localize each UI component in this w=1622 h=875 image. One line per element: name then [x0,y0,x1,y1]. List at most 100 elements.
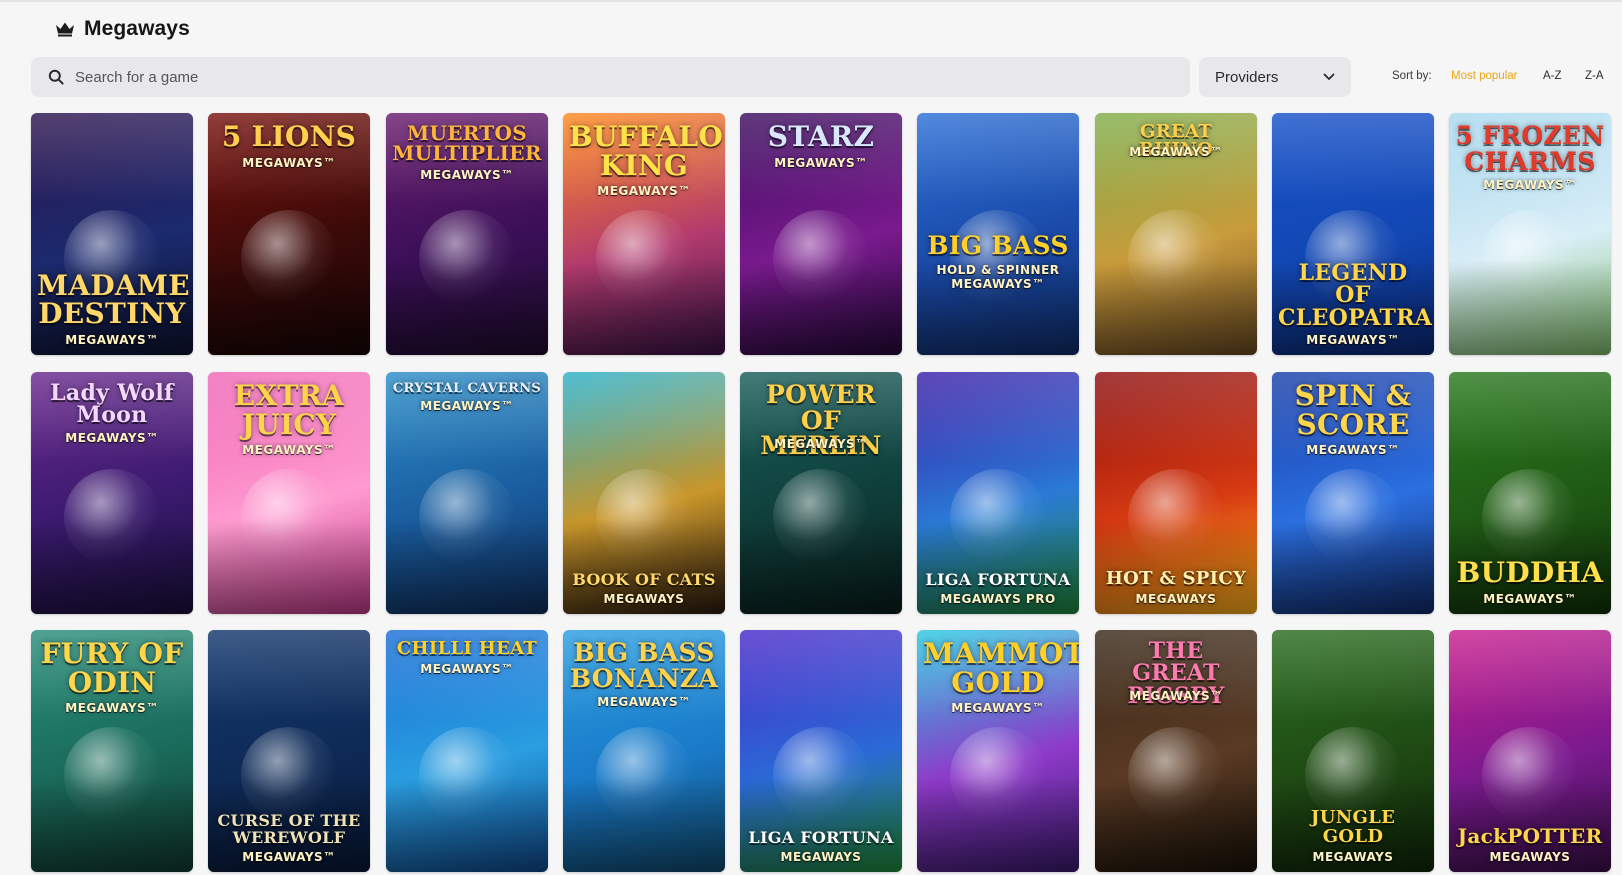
game-badge: MEGAWAYS™ [1483,178,1577,192]
game-badge: MEGAWAYS™ [242,443,336,458]
game-tile[interactable]: MADAME DESTINY MEGAWAYS™ [31,113,193,355]
game-tile[interactable]: LEGEND OF CLEOPATRA MEGAWAYS™ [1272,113,1434,355]
tile-shade [31,777,193,872]
game-badge: MEGAWAYS™ [597,184,691,199]
tile-highlight [1272,630,1434,720]
game-tile[interactable]: Lady Wolf Moon MEGAWAYS™ [31,372,193,614]
game-title: LIGA FORTUNA [748,827,894,847]
game-tile[interactable]: LIGA FORTUNA MEGAWAYS PRO [917,372,1079,614]
tile-highlight [1272,113,1434,203]
game-badge: MEGAWAYS™ [1129,145,1223,160]
game-title: STARZ [767,120,875,153]
tile-highlight [917,113,1079,203]
game-tile[interactable]: BUFFALO KING MEGAWAYS™ [563,113,725,355]
game-tile[interactable]: 5 LIONS MEGAWAYS™ [208,113,370,355]
game-badge: MEGAWAYS [780,850,862,864]
tile-shade [740,519,902,614]
game-badge: MEGAWAYS™ [951,701,1045,716]
game-title: CRYSTAL CAVERNS [392,381,542,396]
game-tile[interactable]: GREAT RHINO MEGAWAYS™ [1095,113,1257,355]
game-badge: MEGAWAYS™ [242,155,336,170]
game-tile[interactable]: BIG BASS BONANZA MEGAWAYS™ [563,630,725,872]
game-tile[interactable]: 5 FROZEN CHARMS MEGAWAYS™ [1449,113,1611,355]
game-title: 5 FROZEN CHARMS [1455,121,1605,176]
game-title: MADAME DESTINY [37,268,190,331]
game-title: BOOK OF CATS [572,569,716,589]
game-tile[interactable]: BOOK OF CATS MEGAWAYS [563,372,725,614]
game-tile[interactable]: POWER OF MERLIN MEGAWAYS™ [740,372,902,614]
tile-highlight [208,630,370,720]
game-tile[interactable]: CURSE OF THE WEREWOLF MEGAWAYS™ [208,630,370,872]
game-tile[interactable]: THE GREAT PIGSBY MEGAWAYS™ [1095,630,1257,872]
game-title: CHILLI HEAT [396,638,538,659]
game-title: SPIN & SCORE [1294,379,1412,441]
game-title: EXTRA JUICY [233,379,345,441]
game-badge: MEGAWAYS™ [1129,688,1223,703]
game-badge: MEGAWAYS™ [597,695,691,709]
game-tile[interactable]: MAMMOTH GOLD MEGAWAYS™ [917,630,1079,872]
tile-shade [1272,519,1434,614]
tile-shade [31,519,193,614]
tile-shade [386,519,548,614]
game-title: HOT & SPICY [1105,567,1247,589]
game-badge: MEGAWAYS™ [420,399,514,414]
game-tile[interactable]: CRYSTAL CAVERNS MEGAWAYS™ [386,372,548,614]
tile-highlight [917,372,1079,462]
game-badge: MEGAWAYS™ [1306,443,1400,458]
game-title: JackPOTTER [1457,823,1603,848]
game-tile[interactable]: BIG BASS HOLD & SPINNER MEGAWAYS™ [917,113,1079,355]
game-tile[interactable]: HOT & SPICY MEGAWAYS [1095,372,1257,614]
game-tile[interactable]: MUERTOS MULTIPLIER MEGAWAYS™ [386,113,548,355]
game-tile[interactable]: JUNGLE GOLD MEGAWAYS [1272,630,1434,872]
tile-shade [1095,777,1257,872]
game-tile[interactable]: CHILLI HEAT MEGAWAYS™ [386,630,548,872]
game-tile[interactable]: EXTRA JUICY MEGAWAYS™ [208,372,370,614]
game-tile[interactable]: SPIN & SCORE MEGAWAYS™ [1272,372,1434,614]
tile-shade [917,777,1079,872]
game-badge: MEGAWAYS™ [1306,333,1400,347]
tile-shade [208,260,370,355]
tile-highlight [740,630,902,720]
game-title: FURY OF ODIN [40,637,184,699]
tile-shade [563,260,725,355]
game-badge: MEGAWAYS™ [65,430,159,445]
tile-highlight [31,113,193,203]
game-title: BUDDHA [1456,556,1604,590]
game-badge: MEGAWAYS [1135,592,1217,606]
tile-shade [386,260,548,355]
game-title: MAMMOTH GOLD [923,637,1079,699]
tile-shade [1449,260,1611,355]
game-title: JUNGLE GOLD [1310,807,1396,847]
game-tile[interactable]: BUDDHA MEGAWAYS™ [1449,372,1611,614]
game-title: BIG BASS BONANZA [569,638,719,693]
game-title: LIGA FORTUNA [925,569,1071,589]
game-tile[interactable]: LIGA FORTUNA MEGAWAYS [740,630,902,872]
game-title: BIG BASS [927,231,1069,260]
game-badge: MEGAWAYS™ [65,333,159,347]
tile-shade [563,777,725,872]
game-badge: MEGAWAYS [1312,850,1394,864]
game-title: LEGEND OF CLEOPATRA [1278,259,1433,331]
game-grid: MADAME DESTINY MEGAWAYS™ 5 LIONS MEGAWAYS™ M… [0,0,1622,875]
tile-highlight [1449,630,1611,720]
game-badge: MEGAWAYS PRO [940,592,1056,606]
tile-highlight [1095,372,1257,462]
game-badge: MEGAWAYS™ [774,437,868,451]
tile-highlight [1449,372,1611,462]
tile-shade [1095,260,1257,355]
tile-shade [740,260,902,355]
game-badge: MEGAWAYS™ [420,167,514,182]
game-badge: MEGAWAYS™ [242,850,336,864]
tile-shade [208,519,370,614]
game-badge: MEGAWAYS™ [420,662,514,677]
game-title: MUERTOS MULTIPLIER [392,121,542,166]
game-title: CURSE OF THE WEREWOLF [217,811,361,847]
game-badge: MEGAWAYS™ [65,701,159,716]
game-badge: MEGAWAYS [603,592,685,606]
game-tile[interactable]: JackPOTTER MEGAWAYS [1449,630,1611,872]
game-title: 5 LIONS [221,120,357,153]
game-tile[interactable]: FURY OF ODIN MEGAWAYS™ [31,630,193,872]
game-badge: MEGAWAYS™ [774,155,868,170]
game-tile[interactable]: STARZ MEGAWAYS™ [740,113,902,355]
tile-shade [386,777,548,872]
